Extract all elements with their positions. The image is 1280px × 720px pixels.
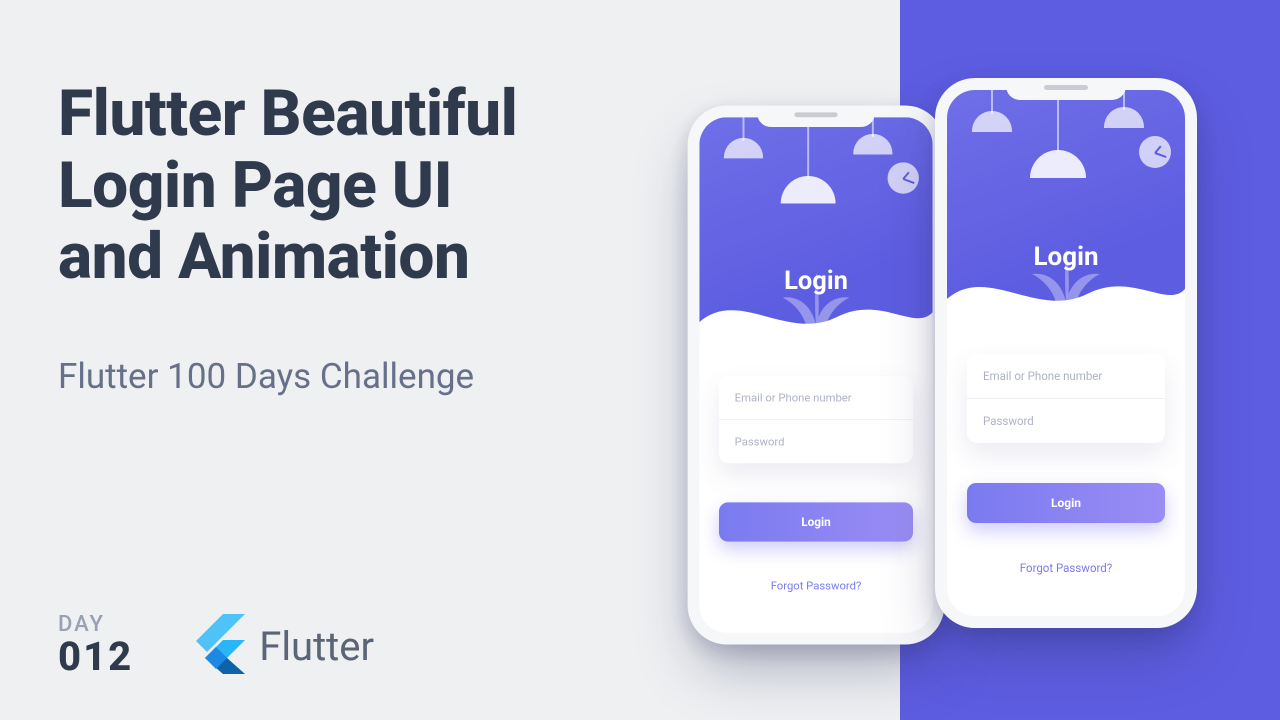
phone-notch: [757, 106, 875, 128]
email-field[interactable]: Email or Phone number: [967, 354, 1165, 399]
title-line-1: Flutter Beautiful: [58, 78, 618, 150]
clock-icon: [888, 162, 919, 193]
login-hero: Login: [699, 117, 932, 342]
login-form: Email or Phone number Password Login For…: [699, 343, 932, 593]
lamp-icon: [991, 90, 993, 114]
flutter-brand: Flutter: [193, 614, 374, 678]
forgot-password-link[interactable]: Forgot Password?: [967, 561, 1165, 575]
wave-divider: [699, 283, 932, 344]
flutter-logo-icon: [193, 614, 245, 678]
password-field[interactable]: Password: [967, 399, 1165, 443]
day-number: 012: [58, 633, 133, 680]
title-line-2: Login Page UI: [58, 150, 618, 222]
thumbnail-canvas: Flutter Beautiful Login Page UI and Anim…: [0, 0, 1280, 720]
input-card: Email or Phone number Password: [719, 376, 913, 463]
phone-mockup-front: Login Email or Phone number Password Log…: [935, 78, 1197, 628]
input-card: Email or Phone number Password: [967, 354, 1165, 443]
login-hero: Login: [947, 90, 1185, 320]
password-field[interactable]: Password: [719, 420, 913, 463]
phone-notch: [1006, 78, 1126, 100]
login-button[interactable]: Login: [967, 483, 1165, 523]
email-field[interactable]: Email or Phone number: [719, 376, 913, 420]
login-form: Email or Phone number Password Login For…: [947, 320, 1185, 575]
phone-mockup-back: Login Email or Phone number Password Log…: [688, 106, 945, 645]
wave-divider: [947, 259, 1185, 321]
phone-screen: Login Email or Phone number Password Log…: [699, 117, 932, 632]
title-line-3: and Animation: [58, 221, 618, 293]
day-counter: DAY 012: [58, 612, 133, 680]
footer-row: DAY 012 Flutter: [58, 612, 374, 680]
clock-icon: [1139, 136, 1171, 168]
subtitle: Flutter 100 Days Challenge: [58, 356, 474, 397]
lamp-icon: [743, 117, 745, 141]
phone-screen: Login Email or Phone number Password Log…: [947, 90, 1185, 616]
forgot-password-link[interactable]: Forgot Password?: [719, 579, 913, 593]
flutter-wordmark: Flutter: [259, 623, 374, 670]
login-button[interactable]: Login: [719, 502, 913, 541]
main-title: Flutter Beautiful Login Page UI and Anim…: [58, 78, 618, 293]
